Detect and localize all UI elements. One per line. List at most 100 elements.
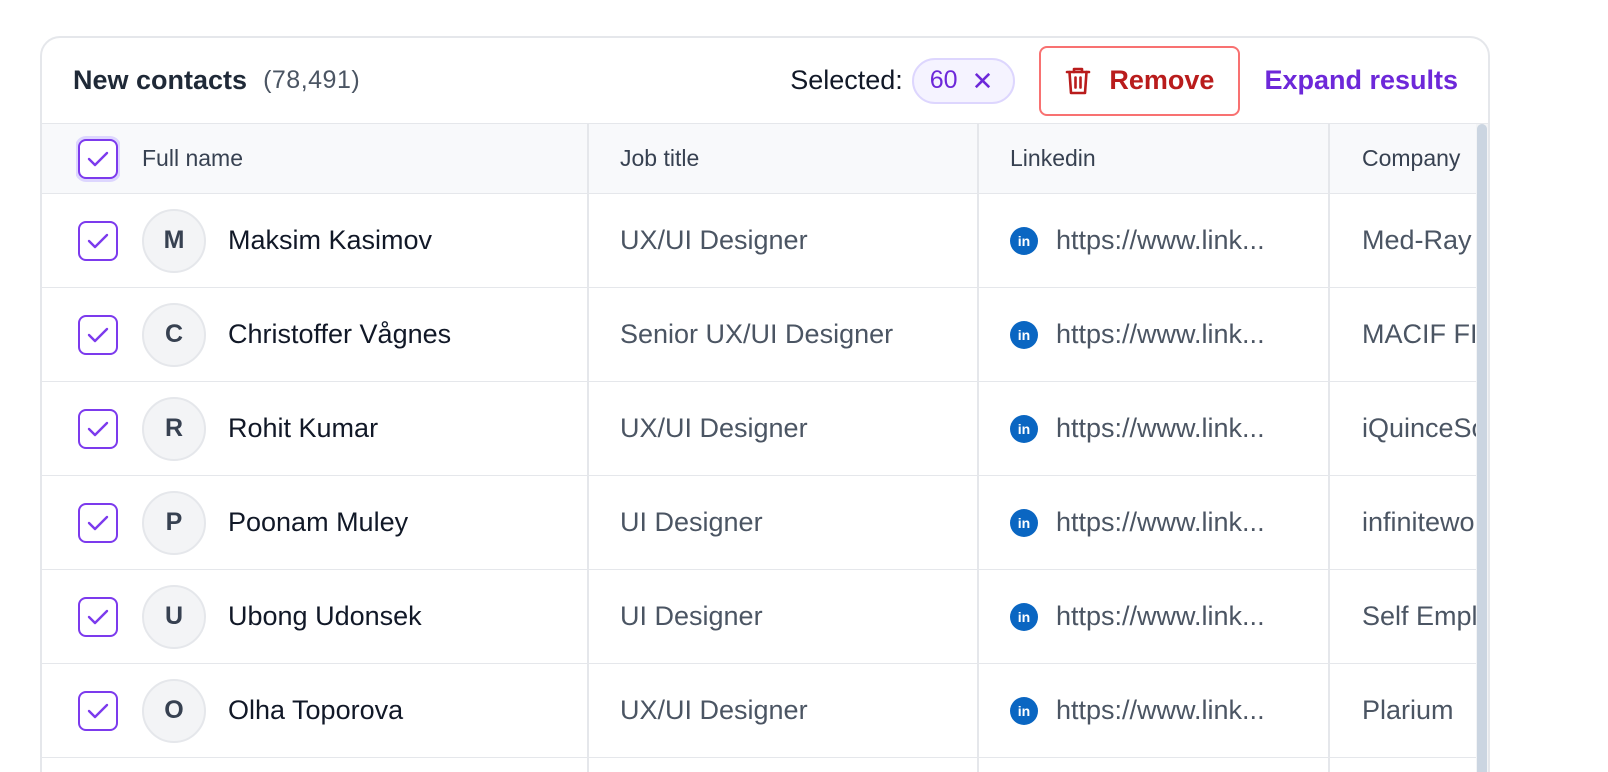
row-checkbox-cell: [76, 194, 120, 287]
row-checkbox[interactable]: [78, 220, 118, 261]
linkedin-url[interactable]: https://www.link...: [1056, 319, 1265, 350]
linkedin-url[interactable]: https://www.link...: [1056, 695, 1265, 726]
job-title-cell: UI Designer: [620, 570, 1000, 663]
column-header-linkedin[interactable]: Linkedin: [1010, 124, 1350, 193]
table-row[interactable]: R Rohit Kumar UX/UI Designer in https://…: [42, 382, 1488, 476]
row-checkbox[interactable]: [78, 314, 118, 355]
job-title-cell: UX/UI Designer: [620, 194, 1000, 287]
job-title-cell: Senior UX/UI Designer: [620, 288, 1000, 381]
column-divider: [1328, 124, 1330, 772]
trash-icon: [1066, 67, 1091, 94]
column-divider: [587, 124, 589, 772]
company-name: Med-Ray: [1362, 225, 1472, 255]
job-title: UX/UI Designer: [620, 225, 808, 255]
avatar: O: [142, 678, 206, 743]
company-cell: Med-Ray: [1362, 194, 1480, 287]
contacts-table: Full name Job title Linkedin Company M M…: [42, 124, 1488, 772]
job-title: UI Designer: [620, 507, 763, 537]
check-icon: [87, 703, 109, 718]
job-title: Senior UX/UI Designer: [620, 319, 894, 349]
column-header-company[interactable]: Company: [1362, 124, 1480, 193]
linkedin-url[interactable]: https://www.link...: [1056, 225, 1265, 256]
full-name-cell: O Olha Toporova: [142, 664, 582, 757]
expand-results-link[interactable]: Expand results: [1264, 65, 1458, 96]
full-name-cell: P Poonam Muley: [142, 476, 582, 569]
company-cell: infinitewo: [1362, 476, 1480, 569]
table-row[interactable]: M Maksim Kasimov UX/UI Designer in https…: [42, 194, 1488, 288]
row-checkbox[interactable]: [78, 408, 118, 449]
job-title: UI Designer: [620, 601, 763, 631]
contacts-panel: New contacts (78,491) Selected: 60 ✕ Rem…: [40, 36, 1490, 772]
row-checkbox-cell: [76, 288, 120, 381]
linkedin-url[interactable]: https://www.link...: [1056, 507, 1265, 538]
table-row[interactable]: P Poonam Muley UI Designer in https://ww…: [42, 476, 1488, 570]
check-icon: [87, 327, 109, 342]
check-icon: [87, 609, 109, 624]
company-cell: Plarium: [1362, 664, 1480, 757]
row-checkbox[interactable]: [78, 502, 118, 543]
company-cell: Self Empl: [1362, 570, 1480, 663]
row-checkbox-cell: [76, 382, 120, 475]
linkedin-cell: in https://www.link...: [1010, 194, 1350, 287]
linkedin-cell: in https://www.link...: [1010, 664, 1350, 757]
company-name: Self Empl: [1362, 601, 1478, 631]
avatar: U: [142, 584, 206, 649]
row-checkbox-cell: [76, 664, 120, 757]
scrollbar-thumb[interactable]: [1477, 124, 1487, 772]
contacts-count: (78,491): [263, 66, 361, 94]
job-title: UX/UI Designer: [620, 695, 808, 725]
linkedin-cell: in https://www.link...: [1010, 288, 1350, 381]
column-header-job-title[interactable]: Job title: [620, 124, 1000, 193]
table-row[interactable]: C Christoffer Vågnes Senior UX/UI Design…: [42, 288, 1488, 382]
row-checkbox[interactable]: [78, 690, 118, 731]
full-name-cell: U Ubong Udonsek: [142, 570, 582, 663]
contact-name[interactable]: Poonam Muley: [228, 507, 408, 538]
selected-count-chip: 60 ✕: [911, 57, 1016, 104]
linkedin-cell: in https://www.link...: [1010, 570, 1350, 663]
column-header-full-name[interactable]: Full name: [142, 124, 582, 193]
page-title: New contacts: [73, 65, 248, 95]
table-header-row: Full name Job title Linkedin Company: [42, 124, 1488, 194]
contact-name[interactable]: Maksim Kasimov: [228, 225, 432, 256]
linkedin-icon: in: [1010, 226, 1038, 255]
contact-name[interactable]: Ubong Udonsek: [228, 601, 422, 632]
linkedin-icon: in: [1010, 508, 1038, 537]
company-name: Plarium: [1362, 695, 1454, 725]
row-checkbox[interactable]: [78, 596, 118, 637]
vertical-scrollbar[interactable]: [1476, 124, 1488, 772]
contacts-toolbar: New contacts (78,491) Selected: 60 ✕ Rem…: [42, 38, 1488, 124]
check-icon: [87, 151, 109, 166]
contact-name[interactable]: Christoffer Vågnes: [228, 319, 451, 350]
check-icon: [87, 421, 109, 436]
linkedin-icon: in: [1010, 602, 1038, 631]
close-icon[interactable]: ✕: [972, 68, 994, 94]
contact-name[interactable]: Rohit Kumar: [228, 413, 378, 444]
remove-button[interactable]: Remove: [1039, 45, 1241, 116]
contact-name[interactable]: Olha Toporova: [228, 695, 403, 726]
selected-label: Selected:: [790, 65, 903, 95]
select-all-cell: [76, 124, 120, 193]
company-name: MACIF FI: [1362, 319, 1478, 349]
linkedin-url[interactable]: https://www.link...: [1056, 601, 1265, 632]
full-name-cell: M Maksim Kasimov: [142, 194, 582, 287]
avatar: R: [142, 396, 206, 461]
check-icon: [87, 233, 109, 248]
company-cell: MACIF FI: [1362, 288, 1480, 381]
job-title: UX/UI Designer: [620, 413, 808, 443]
linkedin-icon: in: [1010, 320, 1038, 349]
linkedin-cell: in https://www.link...: [1010, 476, 1350, 569]
job-title-cell: UI Designer: [620, 476, 1000, 569]
row-checkbox-cell: [76, 476, 120, 569]
linkedin-icon: in: [1010, 696, 1038, 725]
linkedin-cell: in https://www.link...: [1010, 382, 1350, 475]
table-row[interactable]: U Ubong Udonsek UI Designer in https://w…: [42, 570, 1488, 664]
linkedin-url[interactable]: https://www.link...: [1056, 413, 1265, 444]
remove-button-label: Remove: [1109, 65, 1215, 95]
full-name-cell: R Rohit Kumar: [142, 382, 582, 475]
selected-count: 60: [929, 66, 958, 94]
table-row[interactable]: O Olha Toporova UX/UI Designer in https:…: [42, 664, 1488, 758]
select-all-checkbox[interactable]: [78, 138, 118, 179]
job-title-cell: UX/UI Designer: [620, 382, 1000, 475]
row-checkbox-cell: [76, 570, 120, 663]
full-name-cell: C Christoffer Vågnes: [142, 288, 582, 381]
